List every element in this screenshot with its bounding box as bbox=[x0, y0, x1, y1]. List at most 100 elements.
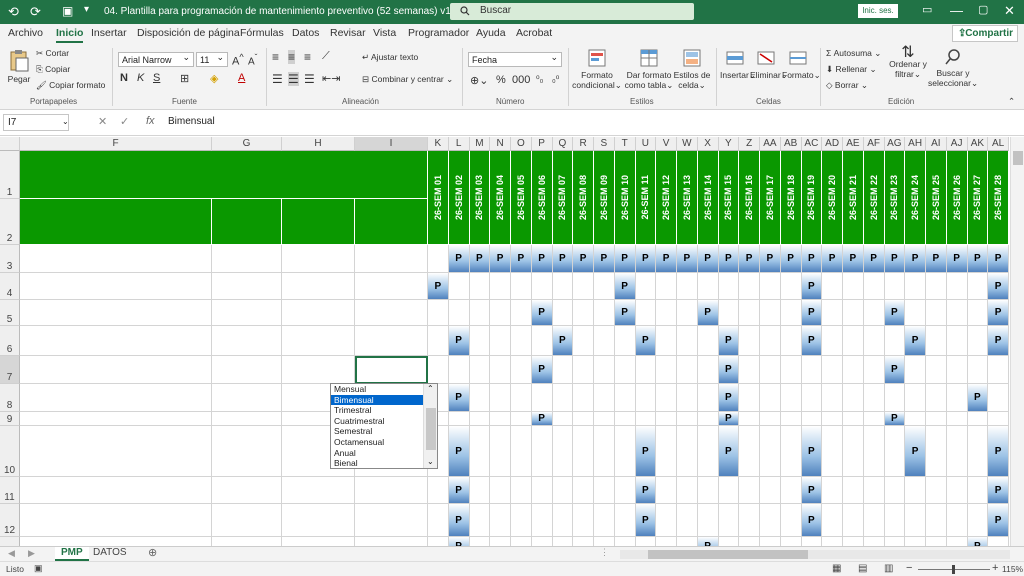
week-cell[interactable] bbox=[490, 300, 511, 326]
plan-mark[interactable]: P bbox=[448, 537, 470, 546]
row-12-discipline[interactable] bbox=[212, 504, 282, 537]
week-cell[interactable] bbox=[926, 477, 947, 504]
plan-mark[interactable]: P bbox=[988, 477, 1009, 504]
week-cell[interactable] bbox=[552, 426, 574, 477]
tab-formulas[interactable]: Fórmulas bbox=[240, 27, 284, 39]
week-cell[interactable] bbox=[843, 273, 864, 300]
dropdown-option[interactable]: Octamensual bbox=[331, 437, 423, 448]
row-4-discipline[interactable] bbox=[212, 273, 282, 300]
week-cell[interactable] bbox=[656, 537, 677, 546]
week-cell[interactable] bbox=[905, 273, 926, 300]
week-cell[interactable] bbox=[448, 273, 470, 300]
week-cell[interactable] bbox=[697, 412, 719, 426]
plan-mark[interactable]: P bbox=[531, 356, 553, 384]
week-cell[interactable] bbox=[739, 384, 760, 412]
week-cell[interactable] bbox=[946, 384, 968, 412]
row-header-6[interactable]: 6 bbox=[0, 326, 20, 356]
name-box[interactable]: I7 bbox=[3, 114, 69, 131]
week-cell[interactable] bbox=[926, 537, 947, 546]
week-cell[interactable] bbox=[884, 504, 906, 537]
week-cell[interactable] bbox=[614, 384, 636, 412]
week-cell[interactable] bbox=[614, 477, 636, 504]
tab-vista[interactable]: Vista bbox=[373, 27, 396, 39]
week-cell[interactable] bbox=[677, 300, 698, 326]
week-cell[interactable] bbox=[739, 356, 760, 384]
week-cell[interactable] bbox=[677, 326, 698, 356]
column-header-aa[interactable]: AA bbox=[760, 137, 781, 151]
week-cell[interactable] bbox=[946, 426, 968, 477]
column-header-k[interactable]: K bbox=[428, 137, 449, 151]
plan-mark[interactable]: P bbox=[801, 504, 823, 537]
week-cell[interactable] bbox=[718, 504, 740, 537]
week-cell[interactable] bbox=[843, 356, 864, 384]
tab-archivo[interactable]: Archivo bbox=[8, 27, 43, 39]
plan-mark[interactable]: P bbox=[614, 300, 636, 326]
week-cell[interactable] bbox=[469, 384, 491, 412]
plan-mark[interactable]: P bbox=[718, 426, 740, 477]
week-cell[interactable] bbox=[490, 356, 511, 384]
week-cell[interactable] bbox=[469, 326, 491, 356]
signin-button[interactable]: Inic. ses. bbox=[858, 4, 898, 18]
week-cell[interactable] bbox=[635, 537, 657, 546]
normal-view-icon[interactable]: ▦ bbox=[832, 563, 841, 574]
week-cell[interactable] bbox=[552, 273, 574, 300]
italic-button[interactable]: K bbox=[137, 72, 144, 84]
week-cell[interactable] bbox=[428, 504, 449, 537]
week-cell[interactable] bbox=[760, 326, 781, 356]
week-cell[interactable] bbox=[926, 384, 947, 412]
week-cell[interactable] bbox=[760, 426, 781, 477]
column-header-ak[interactable]: AK bbox=[967, 137, 989, 151]
week-cell[interactable] bbox=[635, 300, 657, 326]
week-cell[interactable] bbox=[594, 356, 615, 384]
zoom-slider-thumb[interactable] bbox=[952, 565, 955, 574]
row-6-discipline[interactable] bbox=[212, 326, 282, 356]
week-cell[interactable] bbox=[490, 273, 511, 300]
cancel-icon[interactable]: ✕ bbox=[98, 115, 107, 128]
week-cell[interactable] bbox=[739, 326, 760, 356]
row-4-activity[interactable] bbox=[20, 273, 212, 300]
week-cell[interactable] bbox=[946, 356, 968, 384]
dropdown-scrollbar[interactable]: ⌃ ⌄ bbox=[423, 384, 437, 468]
week-cell[interactable] bbox=[863, 273, 885, 300]
week-cell[interactable] bbox=[469, 537, 491, 546]
week-cell[interactable] bbox=[822, 504, 843, 537]
week-cell[interactable] bbox=[946, 537, 968, 546]
week-cell[interactable] bbox=[863, 412, 885, 426]
dropdown-option[interactable]: Semestral bbox=[331, 426, 423, 437]
plan-mark[interactable]: P bbox=[718, 245, 740, 273]
plan-mark[interactable]: P bbox=[718, 356, 740, 384]
column-header-v[interactable]: V bbox=[656, 137, 677, 151]
wrap-text-button[interactable]: ↵ Ajustar texto bbox=[362, 52, 418, 63]
plan-mark[interactable]: P bbox=[863, 245, 885, 273]
week-cell[interactable] bbox=[614, 356, 636, 384]
row-header-7[interactable]: 7 bbox=[0, 356, 20, 384]
week-cell[interactable] bbox=[801, 537, 823, 546]
week-cell[interactable] bbox=[594, 300, 615, 326]
week-cell[interactable] bbox=[490, 537, 511, 546]
copy-button[interactable]: ⎘ Copiar bbox=[36, 64, 70, 75]
tab-disposicion[interactable]: Disposición de página bbox=[137, 27, 240, 39]
row-9-activity[interactable] bbox=[20, 412, 212, 426]
row-11-start[interactable] bbox=[282, 477, 355, 504]
week-cell[interactable] bbox=[926, 412, 947, 426]
share-button[interactable]: ⇪ Compartir bbox=[952, 25, 1018, 42]
plan-mark[interactable]: P bbox=[614, 245, 636, 273]
week-cell[interactable] bbox=[926, 326, 947, 356]
plan-mark[interactable]: P bbox=[718, 412, 740, 426]
column-header-ah[interactable]: AH bbox=[905, 137, 926, 151]
week-cell[interactable] bbox=[552, 384, 574, 412]
week-cell[interactable] bbox=[656, 273, 677, 300]
week-cell[interactable] bbox=[594, 477, 615, 504]
week-cell[interactable] bbox=[594, 412, 615, 426]
column-header-g[interactable]: G bbox=[212, 137, 282, 151]
week-cell[interactable] bbox=[490, 477, 511, 504]
week-cell[interactable] bbox=[843, 412, 864, 426]
week-cell[interactable] bbox=[739, 426, 760, 477]
insert-cells-button[interactable]: Insertar⌄ bbox=[720, 48, 756, 80]
align-bottom-icon[interactable]: ≡ bbox=[304, 50, 311, 64]
week-cell[interactable] bbox=[697, 384, 719, 412]
week-cell[interactable] bbox=[905, 477, 926, 504]
week-cell[interactable] bbox=[843, 504, 864, 537]
column-header-w[interactable]: W bbox=[677, 137, 698, 151]
week-cell[interactable] bbox=[822, 477, 843, 504]
